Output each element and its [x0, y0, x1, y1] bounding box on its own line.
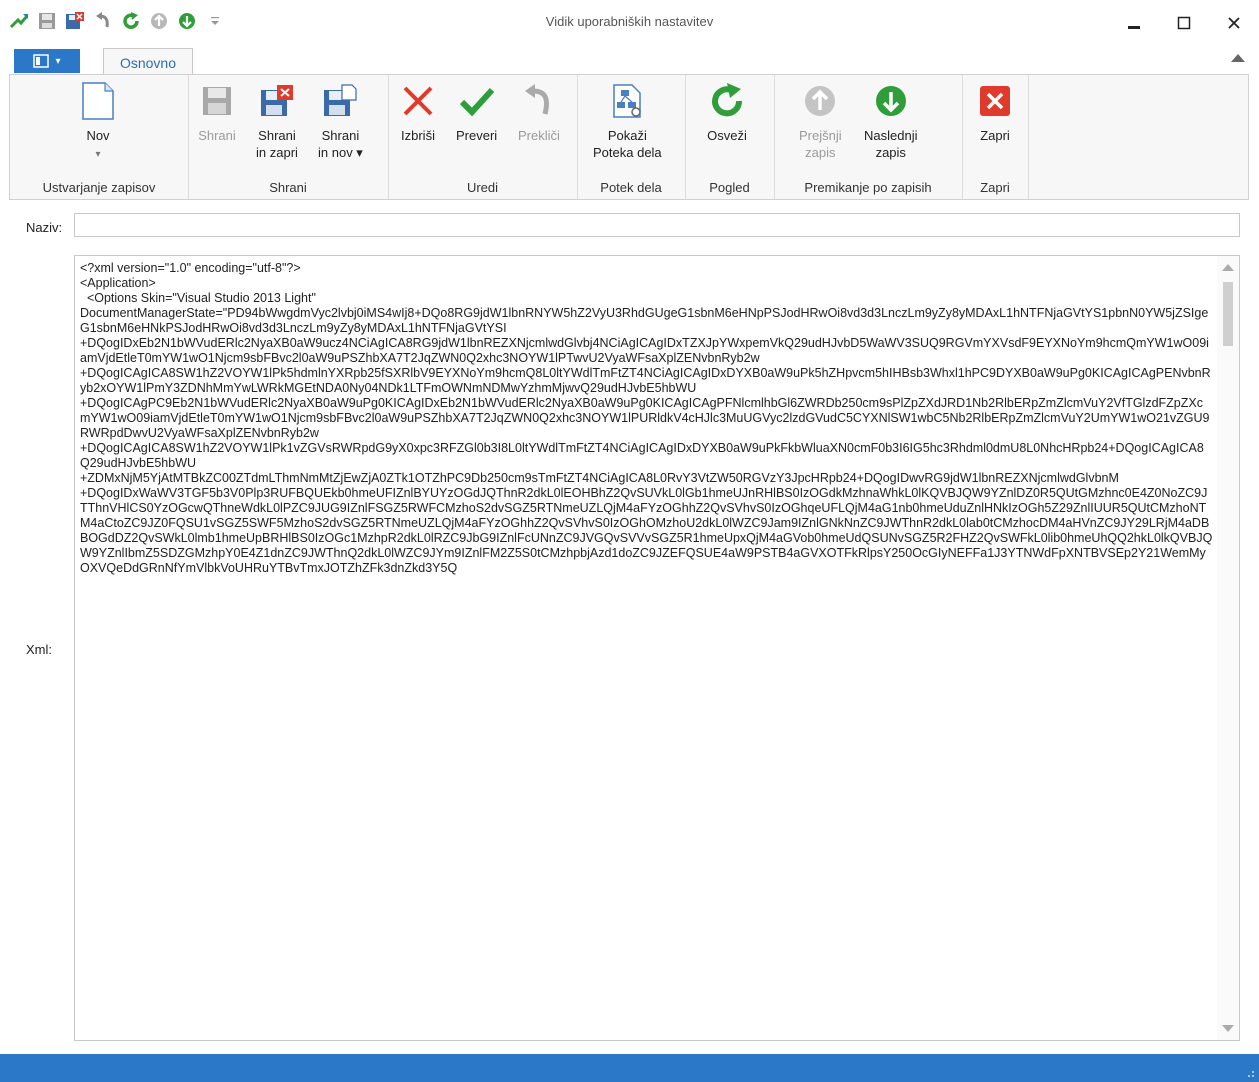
refresh-icon [707, 81, 747, 121]
save-icon [197, 81, 237, 121]
zapri-label: Zapri [980, 128, 1010, 143]
pokazi-label-1: Pokaži [607, 128, 647, 143]
group-potek-dela: Pokaži Poteka dela Potek dela [577, 75, 686, 199]
undo-icon [519, 81, 559, 121]
group-label-uredi: Uredi [466, 180, 499, 195]
panel-icon [33, 54, 50, 68]
preklici-label: Prekliči [518, 128, 560, 143]
scroll-thumb[interactable] [1223, 282, 1233, 346]
prejsnji-label-2: zapis [805, 145, 836, 160]
scroll-down-icon[interactable] [1222, 1025, 1234, 1032]
save-close-icon [257, 81, 297, 121]
group-label-premikanje: Premikanje po zapisih [804, 180, 932, 195]
pokazi-potek-dela-button[interactable]: Pokaži Poteka dela [593, 81, 662, 161]
scroll-up-icon[interactable] [1222, 264, 1234, 271]
shrani-in-nov-label-1: Shrani [321, 128, 360, 143]
group-label-potek-dela: Potek dela [600, 180, 662, 195]
collapse-ribbon-icon[interactable] [1231, 54, 1245, 62]
group-ustvarjanje: Nov ▾ Ustvarjanje zapisov [10, 75, 189, 199]
file-menu-button[interactable]: ▾ [14, 49, 80, 73]
izbrisi-label: Izbriši [401, 128, 435, 143]
group-pogled: Osveži Pogled [685, 75, 775, 199]
shrani-in-zapri-button[interactable]: Shrani in zapri [256, 81, 298, 161]
naziv-input[interactable] [74, 213, 1240, 237]
previous-record-icon [800, 81, 840, 121]
group-premikanje: Prejšnji zapis Naslednji zapis Premikanje … [774, 75, 963, 199]
new-document-icon [78, 81, 118, 121]
check-icon [457, 81, 497, 121]
pokazi-label-2: Poteka dela [593, 145, 662, 160]
next-record-icon [871, 81, 911, 121]
prejsnji-zapis-button[interactable]: Prejšnji zapis [799, 81, 842, 161]
shrani-in-zapri-label-1: Shrani [258, 128, 296, 143]
naslednji-label-1: Naslednji [864, 128, 918, 143]
minimize-button[interactable] [1119, 10, 1149, 36]
xml-content[interactable]: <?xml version="1.0" encoding="utf-8"?> <… [80, 261, 1213, 1037]
xml-scrollbar[interactable] [1217, 256, 1239, 1040]
close-window-button[interactable] [1219, 10, 1249, 36]
group-shrani: Shrani Shrani in zapri Shrani in nov ▾ Shr… [188, 75, 389, 199]
naziv-label: Naziv: [26, 220, 63, 235]
nov-button[interactable]: Nov ▾ [78, 81, 118, 163]
delete-icon [398, 81, 438, 121]
xml-editor[interactable]: <?xml version="1.0" encoding="utf-8"?> <… [74, 255, 1240, 1041]
workflow-icon [607, 81, 647, 121]
prejsnji-label-1: Prejšnji [799, 128, 842, 143]
group-zapri: Zapri Zapri [962, 75, 1029, 199]
shrani-in-zapri-label-2: in zapri [256, 145, 298, 160]
naslednji-zapis-button[interactable]: Naslednji zapis [864, 81, 917, 161]
preklici-button[interactable]: Prekliči [518, 81, 560, 144]
ribbon-tab-row: ▾ Osnovno [0, 46, 1259, 76]
nov-label: Nov [86, 128, 110, 143]
close-record-icon [975, 81, 1015, 121]
shrani-in-nov-label-2: in nov ▾ [318, 145, 363, 160]
osvezi-label: Osveži [707, 128, 747, 143]
osvezi-button[interactable]: Osveži [707, 81, 747, 144]
preveri-label: Preveri [456, 128, 498, 143]
status-bar [0, 1054, 1259, 1082]
save-new-icon [320, 81, 360, 121]
shrani-button[interactable]: Shrani [197, 81, 237, 144]
shrani-in-nov-button[interactable]: Shrani in nov ▾ [318, 81, 363, 161]
group-label-shrani: Shrani [269, 180, 307, 195]
group-label-pogled: Pogled [709, 180, 750, 195]
izbrisi-button[interactable]: Izbriši [398, 81, 438, 144]
shrani-label: Shrani [198, 128, 236, 143]
title-bar: Vidik uporabniških nastavitev [0, 0, 1259, 46]
group-label-ustvarjanje: Ustvarjanje zapisov [42, 180, 156, 195]
zapri-button[interactable]: Zapri [975, 81, 1015, 144]
xml-label: Xml: [26, 642, 52, 657]
naslednji-label-2: zapis [875, 145, 906, 160]
group-label-zapri: Zapri [980, 180, 1010, 195]
preveri-button[interactable]: Preveri [456, 81, 497, 144]
group-uredi: Izbriši Preveri Prekliči Uredi [388, 75, 578, 199]
ribbon: Nov ▾ Ustvarjanje zapisov Shrani Shrani in… [9, 74, 1249, 200]
maximize-button[interactable] [1169, 10, 1199, 36]
resize-grip-icon[interactable] [1245, 1068, 1255, 1078]
window-title: Vidik uporabniških nastavitev [545, 14, 714, 29]
tab-osnovno[interactable]: Osnovno [103, 48, 193, 76]
